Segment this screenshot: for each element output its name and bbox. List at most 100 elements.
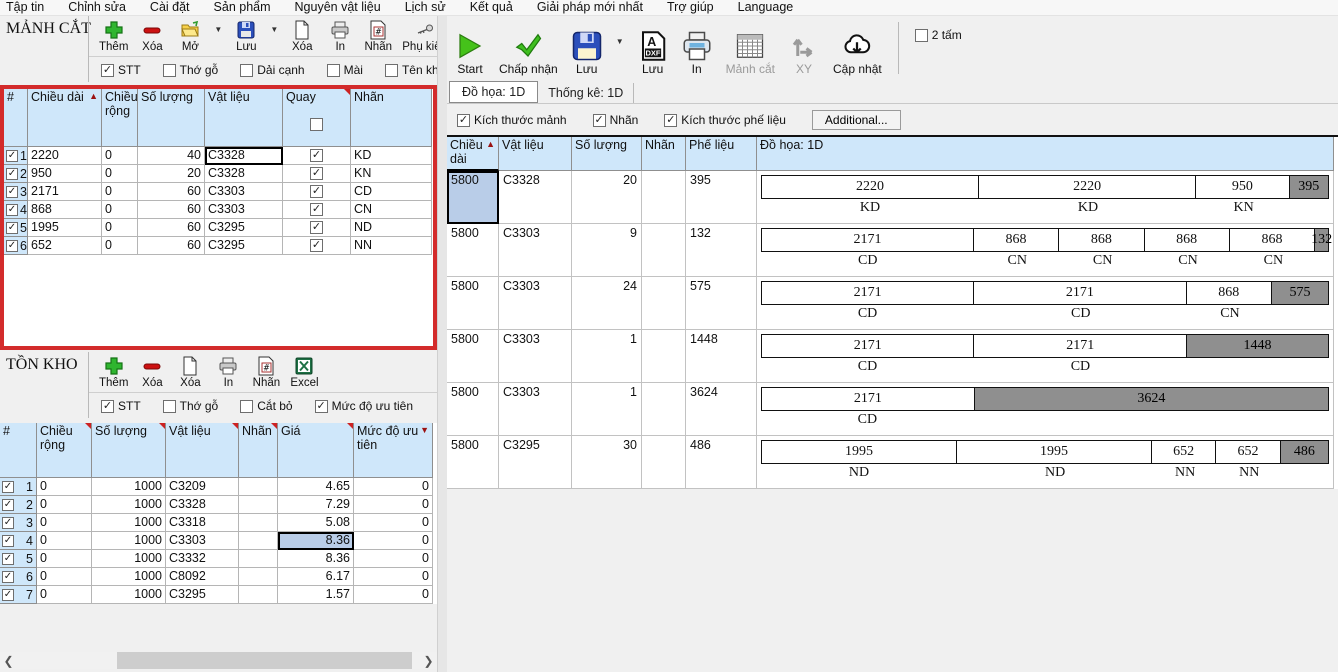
- column-header-Vật liệu[interactable]: Vật liệu: [166, 423, 239, 478]
- results-row[interactable]: 5800C330311448217121711448CDCD: [447, 330, 1338, 383]
- cell-rotate[interactable]: ✓: [283, 165, 351, 183]
- row-header-cell[interactable]: ✓1: [0, 478, 37, 496]
- stock-checkbox-box[interactable]: [163, 400, 176, 413]
- parts-button-printer[interactable]: In: [326, 20, 354, 53]
- parts-checkbox-box[interactable]: ✓: [101, 64, 114, 77]
- cell-length[interactable]: 2171: [28, 183, 102, 201]
- parts-checkbox-box[interactable]: [385, 64, 398, 77]
- panel-splitter[interactable]: [437, 16, 447, 672]
- cell-priority[interactable]: 0: [354, 496, 433, 514]
- table-row[interactable]: ✓32171060C3303✓CD: [4, 183, 433, 201]
- cell-length[interactable]: 1995: [28, 219, 102, 237]
- cell-label[interactable]: [642, 277, 686, 330]
- row-header-cell[interactable]: ✓7: [0, 586, 37, 604]
- parts-checkbox-3[interactable]: Mài: [327, 63, 363, 77]
- parts-checkbox-0[interactable]: ✓STT: [101, 63, 141, 77]
- cell-width[interactable]: 0: [37, 496, 92, 514]
- cell-rotate[interactable]: ✓: [283, 183, 351, 201]
- menu-item-3[interactable]: Sản phẩm: [214, 0, 271, 14]
- column-header-Mức độ ưu tiên[interactable]: Mức độ ưu tiên▼: [354, 423, 433, 478]
- cell-material[interactable]: C3295: [499, 436, 572, 489]
- table-row[interactable]: ✓201000C33287.290: [0, 496, 437, 514]
- cell-price[interactable]: 1.57: [278, 586, 354, 604]
- menu-item-1[interactable]: Chỉnh sửa: [68, 0, 126, 14]
- cell-material[interactable]: C3328: [499, 171, 572, 224]
- cell-qty[interactable]: 1000: [92, 478, 166, 496]
- cell-waste[interactable]: 132: [686, 224, 757, 277]
- stock-checkbox-3[interactable]: ✓Mức độ ưu tiên: [315, 399, 413, 413]
- cell-qty[interactable]: 20: [138, 165, 205, 183]
- cell-material[interactable]: C3318: [166, 514, 239, 532]
- column-header-#[interactable]: #: [4, 89, 28, 147]
- parts-button-minus[interactable]: Xóa: [138, 20, 166, 53]
- column-header-Nhãn[interactable]: Nhãn: [642, 137, 686, 171]
- row-checkbox[interactable]: ✓: [2, 571, 14, 583]
- cell-width[interactable]: 0: [37, 586, 92, 604]
- results-row[interactable]: 5800C330391322171868868868868132CDCNCNCN…: [447, 224, 1338, 277]
- cell-rotate[interactable]: ✓: [283, 147, 351, 165]
- cell-material[interactable]: C3328: [166, 496, 239, 514]
- cell-label[interactable]: [642, 224, 686, 277]
- row-header-cell[interactable]: ✓2: [0, 496, 37, 514]
- column-header-#[interactable]: #: [0, 423, 37, 478]
- results-button-xy[interactable]: XY: [789, 31, 819, 76]
- parts-button-plus[interactable]: Thêm: [99, 20, 128, 53]
- results-row[interactable]: 5800C33032457521712171868575CDCDCN: [447, 277, 1338, 330]
- cell-width[interactable]: 0: [102, 147, 138, 165]
- cell-material[interactable]: C3332: [166, 550, 239, 568]
- table-row[interactable]: ✓701000C32951.570: [0, 586, 437, 604]
- stock-button-minus[interactable]: Xóa: [138, 356, 166, 389]
- table-row[interactable]: ✓101000C32094.650: [0, 478, 437, 496]
- cell-material[interactable]: C3328: [205, 147, 283, 165]
- cell-price[interactable]: 8.36: [278, 532, 354, 550]
- cell-label[interactable]: [642, 330, 686, 383]
- cell-material[interactable]: C8092: [166, 568, 239, 586]
- menu-item-7[interactable]: Giải pháp mới nhất: [537, 0, 643, 14]
- cell-label[interactable]: [239, 532, 278, 550]
- results-checkbox-box[interactable]: ✓: [664, 114, 677, 127]
- row-header-cell[interactable]: ✓5: [0, 550, 37, 568]
- cell-priority[interactable]: 0: [354, 550, 433, 568]
- cell-qty[interactable]: 1000: [92, 568, 166, 586]
- cell-length[interactable]: 5800: [447, 436, 499, 489]
- cell-qty[interactable]: 30: [572, 436, 642, 489]
- cell-width[interactable]: 0: [102, 183, 138, 201]
- parts-button-tagpage[interactable]: #Nhãn: [364, 20, 392, 53]
- two-sheets-checkbox[interactable]: 2 tấm: [915, 28, 962, 42]
- stock-checkbox-box[interactable]: [240, 400, 253, 413]
- parts-checkbox-1[interactable]: Thớ gỗ: [163, 63, 219, 77]
- cell-label[interactable]: [239, 568, 278, 586]
- cell-width[interactable]: 0: [37, 532, 92, 550]
- stock-checkbox-box[interactable]: ✓: [315, 400, 328, 413]
- table-row[interactable]: ✓4868060C3303✓CN: [4, 201, 433, 219]
- table-row[interactable]: ✓2950020C3328✓KN: [4, 165, 433, 183]
- results-checkbox-1[interactable]: ✓Nhãn: [593, 113, 639, 127]
- cell-length[interactable]: 5800: [447, 224, 499, 277]
- cell-qty[interactable]: 1000: [92, 496, 166, 514]
- table-row[interactable]: ✓6652060C3295✓NN: [4, 237, 433, 255]
- cell-qty[interactable]: 1000: [92, 586, 166, 604]
- cell-material[interactable]: C3295: [166, 586, 239, 604]
- cell-qty[interactable]: 1000: [92, 550, 166, 568]
- row-checkbox[interactable]: ✓: [2, 499, 14, 511]
- rotate-checkbox[interactable]: ✓: [310, 167, 323, 180]
- row-header-cell[interactable]: ✓6: [0, 568, 37, 586]
- results-row[interactable]: 5800C33282039522202220950395KDKDKN: [447, 171, 1338, 224]
- two-sheets-checkbox-box[interactable]: [915, 29, 928, 42]
- row-checkbox[interactable]: ✓: [6, 168, 18, 180]
- rotate-checkbox[interactable]: ✓: [310, 185, 323, 198]
- table-row[interactable]: ✓12220040C3328✓KD: [4, 147, 433, 165]
- column-header-Chiều dài[interactable]: Chiều dài▲: [28, 89, 102, 147]
- cell-label[interactable]: [642, 383, 686, 436]
- parts-button-folder[interactable]: Mở: [176, 20, 204, 53]
- cell-material[interactable]: C3328: [205, 165, 283, 183]
- cell-label[interactable]: [239, 478, 278, 496]
- column-header-Chiều rộng[interactable]: Chiều rộng: [102, 89, 138, 147]
- cell-priority[interactable]: 0: [354, 568, 433, 586]
- cell-qty[interactable]: 60: [138, 201, 205, 219]
- stock-button-excel[interactable]: Excel: [290, 356, 318, 389]
- cell-qty[interactable]: 40: [138, 147, 205, 165]
- results-button-cloud[interactable]: Cập nhật: [833, 31, 882, 76]
- cell-width[interactable]: 0: [37, 550, 92, 568]
- results-row[interactable]: 5800C33031362421713624CD: [447, 383, 1338, 436]
